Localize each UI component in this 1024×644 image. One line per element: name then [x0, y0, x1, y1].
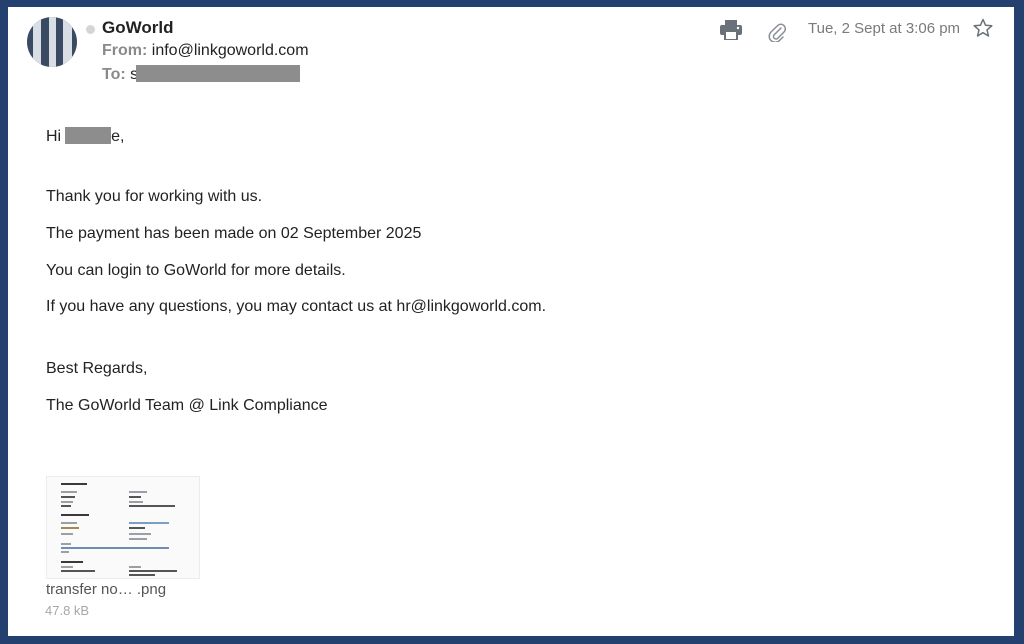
greeting-suffix: e,	[111, 128, 125, 145]
attachment-size: 47.8 kB	[45, 603, 90, 618]
to-label: To:	[102, 66, 126, 83]
greeting: Hi e,	[46, 127, 124, 146]
from-label: From:	[102, 42, 148, 59]
signature: The GoWorld Team @ Link Compliance	[46, 397, 328, 414]
star-icon[interactable]	[973, 18, 993, 43]
from-address[interactable]: info@linkgoworld.com	[152, 42, 309, 59]
paperclip-icon[interactable]	[768, 22, 787, 47]
greeting-prefix: Hi	[46, 128, 62, 145]
attachment-filename[interactable]: transfer no… .png	[46, 581, 166, 598]
presence-dot	[86, 25, 95, 34]
printer-icon[interactable]	[720, 20, 742, 45]
email-window: GoWorld From: info@linkgoworld.com To: s…	[8, 7, 1014, 636]
sender-name[interactable]: GoWorld	[102, 18, 173, 38]
redacted-name	[65, 127, 112, 144]
to-line: To: s	[102, 65, 301, 84]
body-line: The payment has been made on 02 Septembe…	[46, 225, 422, 242]
body-line: You can login to GoWorld for more detail…	[46, 262, 346, 279]
body-line: If you have any questions, you may conta…	[46, 298, 547, 315]
signoff: Best Regards,	[46, 360, 148, 377]
redacted-recipient	[136, 65, 301, 82]
body-line: Thank you for working with us.	[46, 188, 263, 205]
attachment-thumbnail[interactable]	[46, 476, 200, 579]
sender-avatar[interactable]	[27, 17, 77, 67]
from-line: From: info@linkgoworld.com	[102, 42, 309, 60]
sent-date: Tue, 2 Sept at 3:06 pm	[808, 20, 961, 37]
